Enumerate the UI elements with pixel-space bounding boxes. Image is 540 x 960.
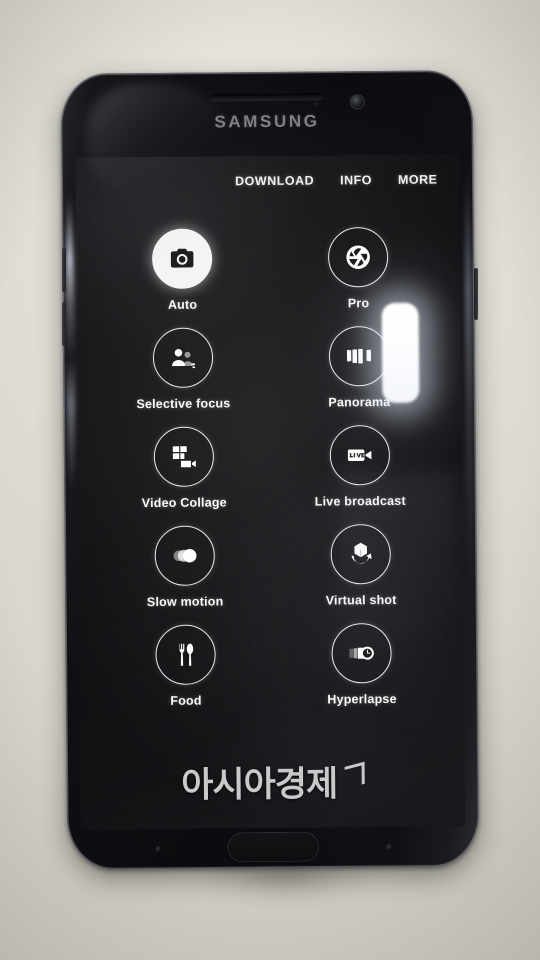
phone-drop-shadow [170,862,400,954]
mode-food[interactable]: Food [97,624,274,709]
mode-panorama[interactable]: Panorama [271,325,448,410]
mode-label: Hyperlapse [327,691,397,707]
samsung-brand-logo: SAMSUNG [214,111,320,132]
mode-video-collage[interactable]: Video Collage [96,426,273,511]
top-bezel: SAMSUNG [61,70,474,158]
smartphone-device: SAMSUNG DOWNLOAD INFO MORE Auto Pro Sele… [60,70,480,870]
video-collage-icon[interactable] [153,426,215,488]
mode-pro[interactable]: Pro [270,226,447,311]
power-button[interactable] [474,268,478,320]
right-edge-highlight [463,160,476,591]
photo-scene: SAMSUNG DOWNLOAD INFO MORE Auto Pro Sele… [0,0,540,960]
home-button[interactable] [227,831,320,863]
mode-label: Auto [167,297,198,312]
live-broadcast-icon[interactable] [329,424,391,486]
watermark-text: 아시아경제 [181,764,338,806]
volume-down-button[interactable] [62,302,66,346]
mode-virtual-shot[interactable]: Virtual shot [272,523,449,608]
mode-auto[interactable]: Auto [94,228,271,313]
volume-up-button[interactable] [62,248,66,292]
panorama-icon[interactable] [328,325,390,387]
mode-selective-focus[interactable]: Selective focus [95,327,272,412]
back-key-icon[interactable] [386,843,392,849]
left-edge-highlight [64,193,77,494]
mode-label: Food [170,693,202,708]
camera-icon[interactable] [151,228,213,290]
mode-label: Selective focus [136,396,231,412]
proximity-sensor-icon [312,101,318,107]
recents-key-icon[interactable] [155,845,161,852]
phone-screen: DOWNLOAD INFO MORE Auto Pro Selective fo… [75,154,466,830]
virtual-shot-icon[interactable] [330,523,391,585]
top-menu-bar: DOWNLOAD INFO MORE [75,172,459,189]
mode-live-broadcast[interactable]: Live broadcast [272,424,449,509]
menu-more[interactable]: MORE [398,173,438,187]
menu-download[interactable]: DOWNLOAD [235,174,314,189]
mode-hyperlapse[interactable]: Hyperlapse [273,622,450,707]
earpiece-speaker [210,93,323,101]
mode-label: Pro [347,296,370,311]
hyperlapse-icon[interactable] [331,622,392,684]
watermark: 아시아경제 [81,754,465,808]
mode-label: Virtual shot [325,592,397,608]
mode-label: Panorama [328,394,391,410]
selective-focus-icon[interactable] [152,327,214,389]
slow-motion-icon[interactable] [154,525,216,587]
bottom-bezel [67,826,479,870]
food-icon[interactable] [155,624,216,686]
mode-slow-motion[interactable]: Slow motion [96,525,273,610]
menu-info[interactable]: INFO [340,173,372,187]
front-camera-icon [350,95,364,109]
mode-label: Slow motion [146,594,224,610]
watermark-logo-icon [344,761,365,789]
aperture-icon[interactable] [327,226,389,288]
mode-label: Video Collage [141,495,227,511]
camera-mode-grid: Auto Pro Selective focus Panorama Video … [76,226,464,708]
mode-label: Live broadcast [314,493,406,509]
